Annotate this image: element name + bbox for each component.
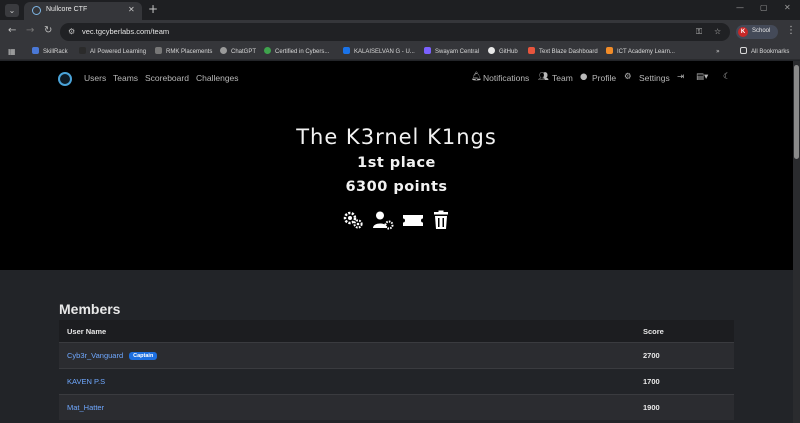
trash-icon[interactable]: [430, 209, 452, 231]
table-header: User Name Score: [59, 320, 734, 342]
bookmark-item[interactable]: GitHub: [488, 47, 518, 57]
member-score: 1700: [643, 377, 660, 386]
reload-icon[interactable]: ↻: [44, 25, 52, 36]
bookmark-favicon-icon: [264, 47, 271, 54]
table-row: Mat_Hatter 1900: [59, 394, 734, 420]
bookmarks-overflow-icon[interactable]: »: [716, 47, 720, 57]
bookmark-item[interactable]: RMK Placements: [155, 47, 212, 57]
address-bar[interactable]: ⚙ vec.tgcyberlabs.com/team ⚿ ☆: [60, 23, 730, 41]
profile-label: School: [752, 28, 771, 34]
bookmark-item[interactable]: ICT Academy Learn...: [606, 47, 675, 57]
logout-icon[interactable]: ⇥: [677, 72, 684, 82]
avatar: K: [738, 27, 748, 37]
nav-scoreboard[interactable]: Scoreboard: [145, 73, 189, 83]
bell-icon: 🔔︎: [471, 72, 482, 82]
nav-profile[interactable]: Profile: [592, 73, 616, 83]
captain-badge: Captain: [129, 352, 158, 360]
site-navbar: Users Teams Scoreboard Challenges 🔔︎ Not…: [0, 61, 793, 97]
bookmark-favicon-icon: [32, 47, 39, 54]
tab-close-icon[interactable]: ✕: [128, 5, 135, 14]
member-link[interactable]: KAVEN P.S: [67, 377, 105, 386]
tab-title: Nullcore CTF: [46, 6, 88, 13]
browser-tab-bar: ⌄ Nullcore CTF ✕ + — ▢ ✕: [0, 0, 800, 20]
back-icon[interactable]: ←: [8, 25, 16, 36]
url-text[interactable]: vec.tgcyberlabs.com/team: [82, 27, 169, 36]
theme-toggle-icon[interactable]: ☾: [723, 72, 731, 82]
github-icon: [488, 47, 495, 54]
ticket-icon[interactable]: [402, 209, 424, 231]
nav-notifications[interactable]: Notifications: [483, 73, 529, 83]
folder-icon: [740, 47, 747, 54]
bookmark-item[interactable]: Swayam Central: [424, 47, 479, 57]
new-tab-button[interactable]: +: [148, 2, 158, 16]
users-icon: 👥︎: [538, 72, 549, 82]
browser-menu-icon[interactable]: ⋮: [786, 25, 796, 36]
team-points: 6300 points: [345, 179, 448, 195]
apps-grid-icon[interactable]: ▦: [8, 48, 16, 56]
nav-challenges[interactable]: Challenges: [196, 73, 239, 83]
members-heading: Members: [59, 301, 121, 317]
gears-icon: ⚙: [624, 72, 632, 82]
bookmark-favicon-icon: [220, 47, 227, 54]
tab-favicon-icon: [32, 6, 41, 15]
team-settings-icon[interactable]: [342, 209, 364, 231]
nav-teams[interactable]: Teams: [113, 73, 138, 83]
members-table: User Name Score Cyb3r_Vanguard Captain 27…: [59, 320, 734, 420]
bookmark-star-icon[interactable]: ☆: [714, 27, 721, 36]
minimize-icon[interactable]: —: [736, 3, 744, 12]
scrollbar-thumb[interactable]: [794, 65, 799, 159]
bookmark-item[interactable]: AI Powered Learning: [79, 47, 146, 57]
bookmark-item[interactable]: Text Blaze Dashboard: [528, 47, 598, 57]
nav-settings[interactable]: Settings: [639, 73, 670, 83]
bookmarks-bar: ▦ SkillRack AI Powered Learning RMK Plac…: [0, 44, 800, 60]
column-header-score: Score: [643, 327, 664, 336]
bookmark-item[interactable]: ChatGPT: [220, 47, 256, 57]
member-link[interactable]: Cyb3r_Vanguard Captain: [67, 351, 158, 360]
bookmark-favicon-icon: [343, 47, 350, 54]
browser-toolbar: ← → ↻ ⚙ vec.tgcyberlabs.com/team ⚿ ☆ K S…: [0, 20, 800, 44]
browser-tab[interactable]: Nullcore CTF ✕: [24, 2, 142, 20]
column-header-user: User Name: [67, 327, 107, 336]
all-bookmarks-button[interactable]: All Bookmarks: [740, 47, 789, 57]
forward-icon[interactable]: →: [26, 25, 34, 36]
tab-search-button[interactable]: ⌄: [5, 4, 19, 17]
bookmark-favicon-icon: [155, 47, 162, 54]
bookmark-item[interactable]: Certified in Cybers...: [264, 47, 329, 57]
page-scrollbar[interactable]: [793, 61, 800, 423]
table-row: Cyb3r_Vanguard Captain 2700: [59, 342, 734, 368]
restore-icon[interactable]: ▢: [760, 3, 768, 12]
team-name: The K3rnel K1ngs: [296, 125, 497, 149]
site-info-icon[interactable]: ⚙: [68, 27, 75, 36]
brand-logo[interactable]: [58, 72, 72, 86]
bookmark-item[interactable]: SkillRack: [32, 47, 68, 57]
bookmark-item[interactable]: KALAISELVAN G - U...: [343, 47, 415, 57]
bookmark-favicon-icon: [424, 47, 431, 54]
member-score: 1900: [643, 403, 660, 412]
user-manage-icon[interactable]: [372, 209, 394, 231]
member-score: 2700: [643, 351, 660, 360]
page-content: Users Teams Scoreboard Challenges 🔔︎ Not…: [0, 61, 793, 423]
team-header: The K3rnel K1ngs 1st place 6300 points: [0, 97, 793, 270]
bookmark-favicon-icon: [606, 47, 613, 54]
window-close-icon[interactable]: ✕: [784, 3, 791, 12]
bookmark-favicon-icon: [528, 47, 535, 54]
member-link[interactable]: Mat_Hatter: [67, 403, 104, 412]
user-circle-icon: ●: [580, 72, 588, 82]
team-place: 1st place: [357, 155, 436, 171]
nav-users[interactable]: Users: [84, 73, 106, 83]
profile-button[interactable]: K School: [736, 25, 778, 39]
table-row: KAVEN P.S 1700: [59, 368, 734, 394]
nav-team[interactable]: Team: [552, 73, 573, 83]
bookmark-favicon-icon: [79, 47, 86, 54]
team-actions: [342, 209, 452, 231]
language-icon[interactable]: ▤▾: [696, 72, 708, 82]
password-key-icon[interactable]: ⚿: [696, 27, 702, 37]
